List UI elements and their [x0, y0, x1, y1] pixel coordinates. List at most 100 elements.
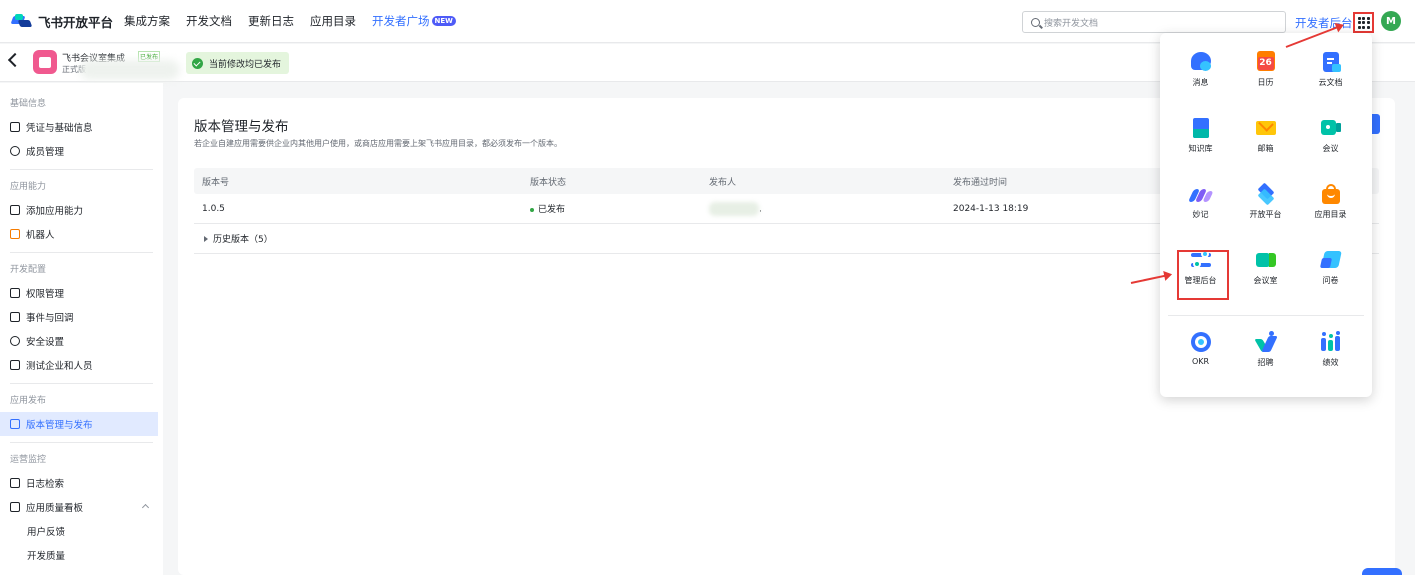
target-icon [1190, 331, 1212, 353]
highlight-admin-console [1177, 250, 1229, 300]
sidebar-item-events[interactable]: 事件与回调 [0, 305, 158, 329]
app-mail[interactable]: 邮箱 [1233, 109, 1298, 175]
app-docs[interactable]: 云文档 [1298, 43, 1363, 109]
sidebar-item-label: 权限管理 [26, 289, 65, 300]
sidebar-item-log-search[interactable]: 日志检索 [0, 471, 158, 495]
app-label: OKR [1191, 357, 1210, 366]
user-icon [10, 146, 20, 156]
sidebar-section-dev-config: 开发配置 [10, 265, 47, 275]
bar-chart-icon [10, 502, 20, 512]
apps-icon [10, 205, 20, 215]
back-icon[interactable] [7, 52, 23, 68]
sidebar-item-label: 机器人 [26, 230, 55, 241]
sidebar-item-quality-dashboard[interactable]: 应用质量看板 [0, 495, 158, 519]
app-okr[interactable]: OKR [1168, 323, 1233, 389]
app-recruiting[interactable]: 招聘 [1233, 323, 1298, 389]
nav-solutions[interactable]: 集成方案 [124, 13, 170, 29]
event-icon [10, 312, 20, 322]
app-label: 会议 [1322, 144, 1339, 153]
col-publisher: 发布人 [709, 177, 737, 188]
app-label: 问卷 [1322, 276, 1339, 285]
calendar-icon: 26 [1255, 51, 1277, 73]
sidebar-item-user-feedback[interactable]: 用户反馈 [0, 519, 158, 543]
logo-text: 飞书开放平台 [38, 14, 114, 30]
sidebar-item-security[interactable]: 安全设置 [0, 329, 158, 353]
app-label: 绩效 [1322, 358, 1339, 367]
sidebar-section-basic: 基础信息 [10, 99, 47, 109]
minutes-wave-icon [1187, 183, 1214, 205]
avatar[interactable]: M [1381, 11, 1401, 31]
app-calendar[interactable]: 26 日历 [1233, 43, 1298, 109]
app-launcher-panel: 消息 26 日历 云文档 知识库 邮箱 会议 妙记 开放平台 应用目录 管理后台… [1160, 33, 1372, 397]
nav-dev-square[interactable]: 开发者广场 NEW [372, 13, 456, 29]
publisher-name: . [759, 204, 762, 214]
sidebar-item-label: 版本管理与发布 [26, 420, 93, 431]
redacted-blur [80, 60, 180, 80]
app-grid-secondary: OKR 招聘 绩效 [1168, 323, 1364, 389]
upload-icon [10, 419, 20, 429]
app-meeting[interactable]: 会议 [1298, 109, 1363, 175]
sidebar-item-bot[interactable]: 机器人 [0, 222, 158, 246]
sidebar-item-label: 成员管理 [26, 147, 65, 158]
checkmark-person-icon [1253, 331, 1278, 353]
floating-help-button[interactable] [1362, 568, 1402, 575]
publisher: . [709, 201, 953, 216]
app-label: 日历 [1257, 78, 1274, 87]
nav-app-directory[interactable]: 应用目录 [310, 13, 356, 29]
sidebar-item-label: 应用质量看板 [26, 503, 84, 514]
sidebar-item-permissions[interactable]: 权限管理 [0, 281, 158, 305]
meeting-room-icon [1255, 249, 1277, 271]
shield-icon [10, 336, 20, 346]
app-label: 妙记 [1192, 210, 1209, 219]
robot-icon [10, 229, 20, 239]
mail-icon [1255, 116, 1277, 139]
app-open-platform[interactable]: 开放平台 [1233, 175, 1298, 241]
nav-changelog[interactable]: 更新日志 [248, 13, 294, 29]
divider [10, 383, 153, 384]
app-app-directory[interactable]: 应用目录 [1298, 175, 1363, 241]
chevron-up-icon[interactable] [141, 503, 150, 511]
sidebar-item-members[interactable]: 成员管理 [0, 139, 158, 163]
new-badge: NEW [431, 16, 456, 26]
status-dot-icon [530, 207, 534, 212]
sidebar-item-credentials[interactable]: 凭证与基础信息 [0, 115, 158, 139]
panel-divider [1168, 315, 1364, 316]
app-meeting-room[interactable]: 会议室 [1233, 241, 1298, 307]
nav-dev-square-label: 开发者广场 [372, 14, 430, 28]
app-icon [33, 50, 57, 74]
people-bars-icon [1320, 331, 1342, 353]
sidebar-item-dev-quality[interactable]: 开发质量 [0, 543, 158, 567]
sidebar-section-monitoring: 运营监控 [10, 455, 47, 465]
sidebar-section-capabilities: 应用能力 [10, 182, 47, 192]
lock-icon [10, 288, 20, 298]
page-title: 版本管理与发布 [194, 119, 289, 135]
id-card-icon [10, 122, 20, 132]
sidebar-item-add-capability[interactable]: 添加应用能力 [0, 198, 158, 222]
app-label: 招聘 [1257, 358, 1274, 367]
sidebar-item-version-release[interactable]: 版本管理与发布 [0, 412, 158, 436]
sidebar-item-label: 测试企业和人员 [26, 361, 93, 372]
search-input[interactable]: 搜索开发文档 [1022, 11, 1286, 33]
app-minutes[interactable]: 妙记 [1168, 175, 1233, 241]
version-number: 1.0.5 [202, 203, 225, 214]
sidebar: 基础信息 凭证与基础信息 成员管理 应用能力 添加应用能力 机器人 开发配置 权… [0, 83, 163, 575]
app-performance[interactable]: 绩效 [1298, 323, 1363, 389]
app-survey[interactable]: 问卷 [1298, 241, 1363, 307]
app-messages[interactable]: 消息 [1168, 43, 1233, 109]
test-icon [10, 360, 20, 370]
create-version-button[interactable] [1372, 114, 1380, 134]
feishu-logo-icon [10, 14, 33, 28]
search-placeholder: 搜索开发文档 [1044, 18, 1099, 29]
app-label: 云文档 [1318, 78, 1343, 87]
nav-docs[interactable]: 开发文档 [186, 13, 232, 29]
survey-icon [1319, 249, 1342, 271]
video-camera-icon [1320, 117, 1342, 139]
app-label: 会议室 [1253, 276, 1278, 285]
divider [10, 169, 153, 170]
sidebar-item-label: 添加应用能力 [26, 206, 84, 217]
app-wiki[interactable]: 知识库 [1168, 109, 1233, 175]
sidebar-item-test-tenants[interactable]: 测试企业和人员 [0, 353, 158, 377]
sidebar-item-label: 事件与回调 [26, 313, 74, 324]
logo[interactable]: 飞书开放平台 [10, 12, 124, 31]
app-launcher-button[interactable] [1353, 12, 1374, 33]
